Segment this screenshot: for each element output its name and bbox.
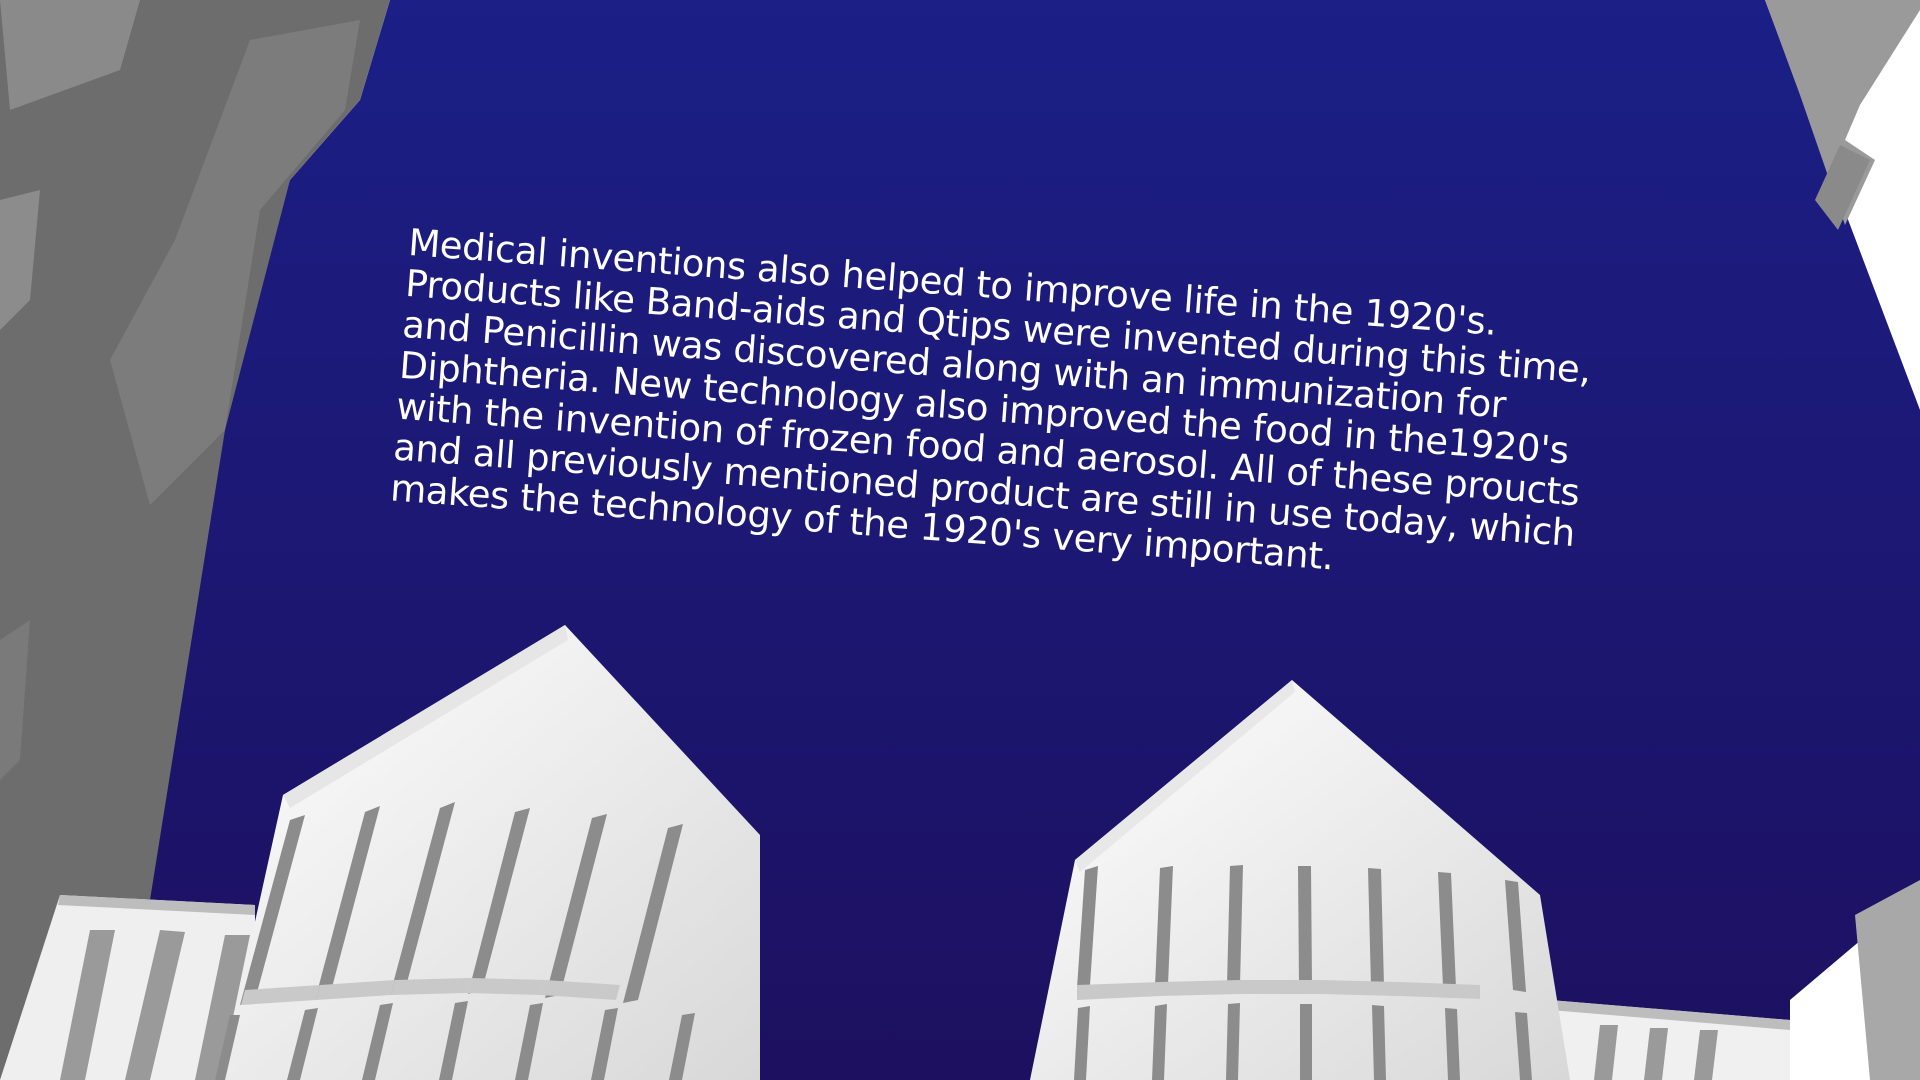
slide-canvas: Medical inventions also helped to improv…	[0, 0, 1920, 1080]
